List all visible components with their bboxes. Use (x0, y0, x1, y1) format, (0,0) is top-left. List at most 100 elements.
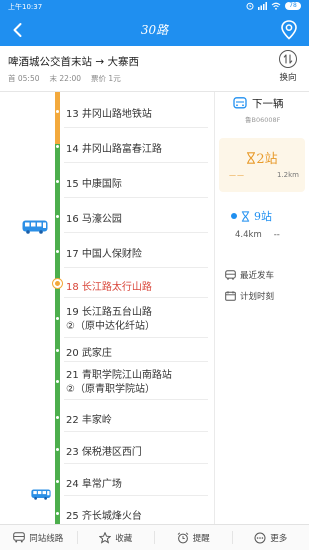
stop-dot (56, 145, 59, 148)
stop-divider (64, 197, 208, 198)
stops-away-value: 9站 (254, 210, 272, 223)
status-bar: 上午10:37 78 (0, 0, 309, 14)
hourglass-icon (241, 210, 250, 222)
stop-dot (56, 512, 59, 515)
stop-divider (64, 162, 208, 163)
nearest-distance: —— 1.2km (229, 171, 299, 179)
stop-name-alt: ②（原中达化纤站） (66, 321, 155, 332)
stop-name: 16 马濠公园 (66, 214, 122, 225)
distance-dash: -- (273, 230, 280, 240)
first-bus: 首 05:50 (8, 73, 40, 84)
schedule-link[interactable]: 计划时刻 (225, 290, 274, 302)
stop-divider (64, 127, 208, 128)
stop-name: 20 武家庄 (66, 348, 112, 359)
first-bus-label: 首 (8, 74, 16, 83)
stop-dot (56, 317, 59, 320)
calendar-icon (225, 291, 236, 301)
stop-divider (64, 297, 208, 298)
stop-divider (64, 232, 208, 233)
battery-icon: 78 (285, 2, 301, 10)
second-bus-card[interactable]: 9站 4.4km -- (219, 202, 305, 252)
first-bus-time: 05:50 (17, 74, 40, 83)
stop-divider (64, 361, 208, 362)
fare-value: 1元 (108, 74, 121, 83)
fare: 票价 1元 (91, 73, 121, 84)
bus-plate: 鲁B06008F (245, 116, 281, 124)
fare-label: 票价 (91, 74, 107, 83)
stop-name: 15 中康国际 (66, 179, 122, 190)
stop-name: 24 阜常广场 (66, 479, 122, 490)
tab-more[interactable]: 更多 (233, 525, 310, 550)
tab-label: 收藏 (115, 533, 133, 544)
page-title: 30路 (140, 23, 169, 37)
stop-dot (56, 110, 59, 113)
next-bus-card[interactable]: 下一辆 鲁B06008F (221, 96, 305, 136)
stop-name-alt: ②（原青职学院站） (66, 384, 155, 395)
stop-dot (56, 380, 59, 383)
stop-divider (64, 431, 208, 432)
bottom-tab-bar: 同站线路 收藏 提醒 更多 (0, 524, 309, 550)
last-bus: 末 22:00 (50, 73, 82, 84)
swap-direction-button[interactable]: 换向 (275, 50, 301, 88)
stop-name: 25 齐长城烽火台 (66, 511, 142, 522)
stop-list[interactable]: 13 井冈山路地铁站 14 井冈山路富春江路 15 中康国际 16 马濠公园 1… (0, 92, 214, 524)
wifi-icon (271, 2, 281, 10)
more-icon (254, 532, 266, 543)
nearest-bus-card[interactable]: 2站 —— 1.2km (219, 138, 305, 192)
signal-icon (258, 2, 267, 10)
nearby-departure-label: 最近发车 (240, 271, 275, 281)
distance-dash: —— (229, 171, 245, 179)
blue-dot-icon (231, 213, 237, 219)
route-info: 啤酒城公交首末站 → 大寨西 首 05:50 末 22:00 票价 1元 换向 (0, 46, 309, 92)
distance-value: 1.2km (276, 171, 299, 179)
hourglass-icon (247, 152, 256, 164)
stop-name: 23 保税港区西门 (66, 447, 142, 458)
alarm-status-icon (246, 2, 254, 10)
stops-away-value: 2站 (256, 152, 278, 167)
stop-dot (56, 448, 59, 451)
next-bus-label: 下一辆 (252, 98, 284, 110)
stop-dot (56, 180, 59, 183)
swap-icon (279, 50, 297, 68)
status-icons: 78 (246, 2, 301, 10)
route-times: 首 05:50 末 22:00 票价 1元 (8, 73, 121, 84)
stop-name: 21 青职学院江山南路站 (66, 370, 172, 381)
stop-dot (56, 416, 59, 419)
nearest-stops-away: 2站 (219, 148, 305, 167)
current-stop-marker (53, 279, 62, 288)
stop-name: 18 长江路太行山路 (66, 282, 152, 293)
tab-label: 提醒 (192, 533, 210, 544)
last-bus-time: 22:00 (59, 74, 82, 83)
passed-route-line (55, 92, 60, 144)
stop-name: 14 井冈山路富春江路 (66, 144, 162, 155)
stop-dot (56, 215, 59, 218)
stop-divider (64, 337, 208, 338)
title-bar: 30路 (0, 14, 309, 46)
stop-dot (56, 250, 59, 253)
bus-front-icon (233, 97, 247, 109)
swap-label: 换向 (279, 73, 297, 83)
stop-dot (56, 349, 59, 352)
nearby-departure-link[interactable]: 最近发车 (225, 269, 274, 281)
tab-label: 同站线路 (29, 533, 64, 544)
bus-icon[interactable] (31, 489, 51, 500)
star-icon (99, 531, 112, 544)
tab-favorite[interactable]: 收藏 (78, 525, 155, 550)
second-stops-away: 9站 (231, 208, 272, 224)
stop-divider (64, 399, 208, 400)
last-bus-label: 末 (49, 74, 58, 83)
distance-value: 4.4km (235, 230, 262, 240)
bus-stop-icon (13, 532, 26, 543)
stop-name: 13 井冈山路地铁站 (66, 109, 152, 120)
location-pin-icon[interactable] (279, 19, 299, 41)
tab-reminder[interactable]: 提醒 (155, 525, 232, 550)
second-distance: 4.4km -- (235, 230, 280, 240)
tab-label: 更多 (270, 533, 288, 544)
bus-icon[interactable] (22, 220, 48, 234)
stop-name: 19 长江路五台山路 (66, 307, 152, 318)
stop-divider (64, 495, 208, 496)
stop-dot (56, 480, 59, 483)
clock: 上午10:37 (8, 3, 43, 11)
bus-small-icon (225, 270, 236, 280)
tab-same-stop-lines[interactable]: 同站线路 (0, 525, 77, 550)
